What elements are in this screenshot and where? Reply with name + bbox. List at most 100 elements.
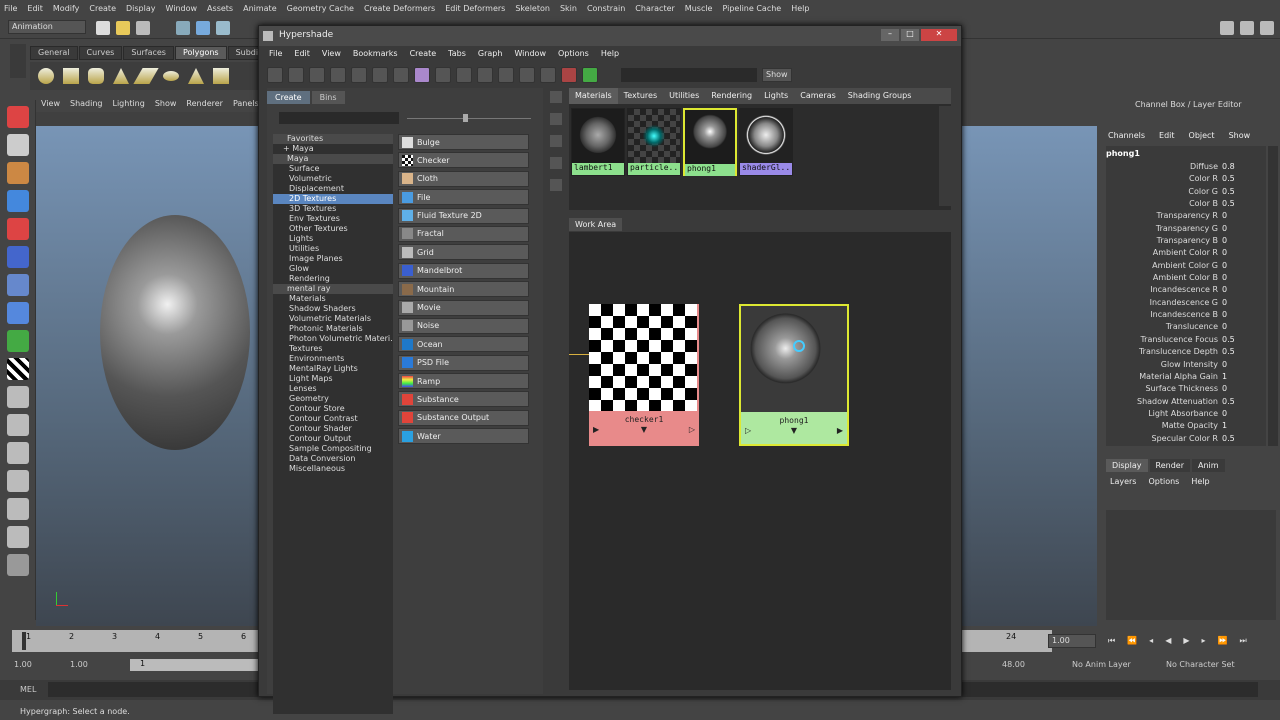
hs-menu-help[interactable]: Help [601, 49, 619, 61]
tree-item[interactable]: Glow [273, 264, 393, 274]
minimize-button[interactable]: – [881, 29, 899, 41]
menu-edit-deformers[interactable]: Edit Deformers [445, 4, 505, 13]
tool-settings-icon[interactable] [1240, 21, 1254, 35]
poly-pyramid-icon[interactable] [213, 68, 229, 84]
panel-menu-lighting[interactable]: Lighting [112, 99, 144, 112]
side-tool-4-icon[interactable] [550, 157, 562, 169]
create-checker-button[interactable]: Checker [398, 152, 529, 169]
tree-item[interactable]: Contour Shader [273, 424, 393, 434]
hs-menu-tabs[interactable]: Tabs [448, 49, 466, 61]
shelf-tab-surfaces[interactable]: Surfaces [123, 46, 174, 60]
show-manipulator-icon[interactable] [7, 330, 29, 352]
input-port-icon[interactable]: ▶ [593, 425, 599, 443]
channel-value[interactable]: 0 [1222, 297, 1227, 309]
go-to-start-icon[interactable]: ⏮ [1108, 636, 1115, 648]
expand-icon[interactable]: ▼ [641, 425, 647, 443]
tree-item[interactable]: Photonic Materials [273, 324, 393, 334]
tree-item[interactable]: Textures [273, 344, 393, 354]
scale-tool-icon[interactable] [7, 246, 29, 268]
tree-item[interactable]: Sample Compositing [273, 444, 393, 454]
current-time-marker[interactable] [22, 632, 26, 650]
create-fluid-texture-2d-button[interactable]: Fluid Texture 2D [398, 207, 529, 224]
select-object-icon[interactable] [196, 21, 210, 35]
channel-value[interactable]: 0 [1222, 247, 1227, 259]
create-tab-bins[interactable]: Bins [311, 91, 345, 104]
layer-list[interactable] [1106, 510, 1276, 620]
tab-lights[interactable]: Lights [758, 88, 794, 104]
menu-skeleton[interactable]: Skeleton [515, 4, 550, 13]
create-substance-button[interactable]: Substance [398, 391, 529, 408]
clear-graph-icon[interactable] [414, 67, 430, 83]
time-slider-end[interactable]: 24 [962, 630, 1052, 652]
tree-item[interactable]: Surface [273, 164, 393, 174]
layer-menu-layers[interactable]: Layers [1110, 477, 1136, 486]
tree-item[interactable]: Lights [273, 234, 393, 244]
viewport-right-edge[interactable] [962, 126, 1097, 626]
menu-edit[interactable]: Edit [27, 4, 43, 13]
layer-tab-display[interactable]: Display [1106, 459, 1148, 472]
panel-menu-shading[interactable]: Shading [70, 99, 103, 112]
poly-torus-icon[interactable] [163, 71, 179, 81]
shelf-tab-general[interactable]: General [30, 46, 78, 60]
tree-item[interactable]: Environments [273, 354, 393, 364]
channel-value[interactable]: 1 [1222, 371, 1227, 383]
step-forward-key-icon[interactable]: ⏩ [1218, 636, 1228, 648]
character-set-dropdown[interactable]: No Character Set [1166, 660, 1235, 669]
channel-value[interactable]: 0.5 [1222, 334, 1235, 346]
channel-value[interactable]: 1 [1222, 420, 1227, 432]
tree-item[interactable]: MentalRay Lights [273, 364, 393, 374]
channel-row[interactable]: Incandescence R 0 [1106, 284, 1266, 296]
channel-row[interactable]: Material Alpha Gain 1 [1106, 371, 1266, 383]
tree-item[interactable]: 3D Textures [273, 204, 393, 214]
layout-graph-icon[interactable] [7, 498, 29, 520]
play-forward-icon[interactable]: ▶ [1183, 636, 1189, 648]
mode-dropdown[interactable]: Animation [8, 20, 86, 34]
output-connections-icon[interactable] [519, 67, 535, 83]
menu-window[interactable]: Window [166, 4, 198, 13]
channel-value[interactable]: 0 [1222, 210, 1227, 222]
channelbox-scrollbar[interactable] [1268, 146, 1278, 446]
channel-value[interactable]: 0 [1222, 408, 1227, 420]
slider-handle[interactable] [463, 114, 468, 122]
create-file-button[interactable]: File [398, 189, 529, 206]
channel-value[interactable]: 0 [1222, 284, 1227, 296]
layout-two-icon[interactable] [7, 442, 29, 464]
channel-row[interactable]: Shadow Attenuation 0.5 [1106, 396, 1266, 408]
tree-item[interactable]: Displacement [273, 184, 393, 194]
channel-value[interactable]: 0 [1222, 260, 1227, 272]
show-top-tabs-icon[interactable] [288, 67, 304, 83]
list-icon[interactable] [372, 67, 388, 83]
current-frame-field[interactable]: 1.00 [1048, 634, 1096, 648]
layer-tab-anim[interactable]: Anim [1191, 459, 1225, 472]
select-hierarchy-icon[interactable] [176, 21, 190, 35]
channel-value[interactable]: 0.8 [1222, 161, 1235, 173]
create-ramp-button[interactable]: Ramp [398, 373, 529, 390]
input-connections-icon[interactable] [477, 67, 493, 83]
go-to-end-icon[interactable]: ⏭ [1239, 636, 1246, 648]
menu-pipeline-cache[interactable]: Pipeline Cache [722, 4, 781, 13]
side-tool-2-icon[interactable] [550, 113, 562, 125]
channelbox-menu-show[interactable]: Show [1229, 131, 1251, 140]
show-both-tabs-icon[interactable] [330, 67, 346, 83]
panel-menu-show[interactable]: Show [155, 99, 177, 112]
rotate-tool-icon[interactable] [7, 218, 29, 240]
toggle-panel-icon[interactable] [267, 67, 283, 83]
tab-shading-groups[interactable]: Shading Groups [842, 88, 918, 104]
channel-value[interactable]: 0 [1222, 359, 1227, 371]
output-port-icon[interactable]: ▷ [689, 425, 695, 443]
menu-geometry-cache[interactable]: Geometry Cache [287, 4, 354, 13]
shelf-options-icon[interactable] [10, 44, 26, 78]
create-fractal-button[interactable]: Fractal [398, 225, 529, 242]
node-phong1[interactable]: phong1 ▷ ▼ ▶ [739, 304, 849, 446]
create-ocean-button[interactable]: Ocean [398, 336, 529, 353]
tab-textures[interactable]: Textures [618, 88, 663, 104]
universal-manipulator-icon[interactable] [7, 274, 29, 296]
channel-value[interactable]: 0.5 [1222, 433, 1235, 445]
menu-display[interactable]: Display [126, 4, 156, 13]
swatch-shaderglow[interactable]: shaderGl... [739, 108, 793, 176]
tree-item[interactable]: 2D Textures [273, 194, 393, 204]
move-tool-icon[interactable] [7, 190, 29, 212]
channel-value[interactable]: 0 [1222, 223, 1227, 235]
panel-menu-view[interactable]: View [41, 99, 60, 112]
channel-row[interactable]: Ambient Color B 0 [1106, 272, 1266, 284]
